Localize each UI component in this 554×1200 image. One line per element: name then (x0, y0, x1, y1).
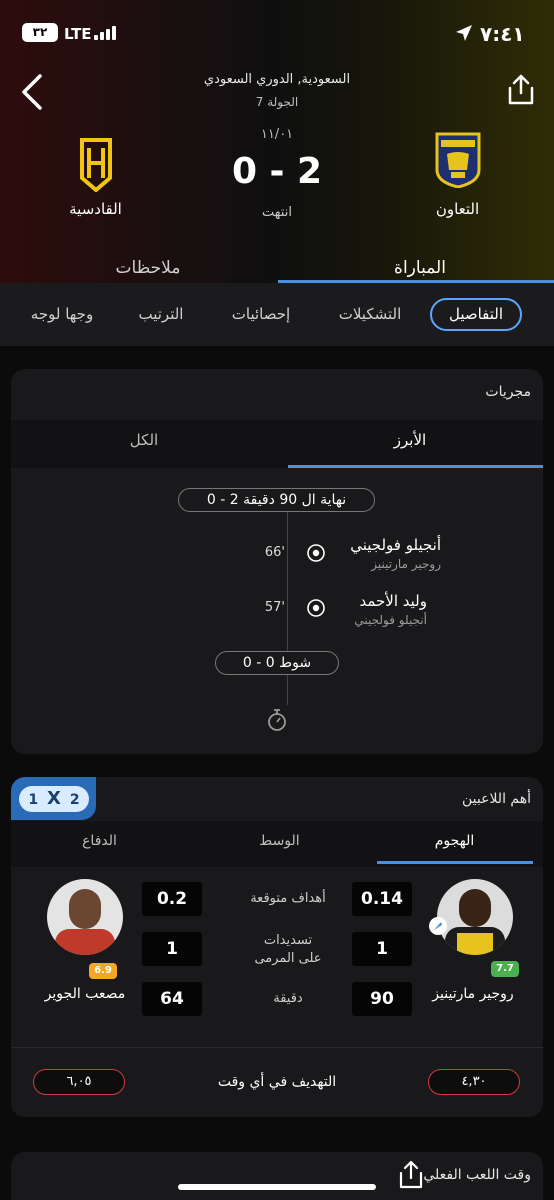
tab-attack[interactable]: الهجوم (376, 833, 533, 849)
subtab-lineups[interactable]: التشكيلات (330, 298, 410, 331)
event-scorer[interactable]: وليد الأحمد (359, 592, 427, 610)
odds-label-1: 1 (28, 792, 39, 808)
odds-label-x: X (47, 788, 61, 809)
stat-label-shots: تسديدات على المرمى (254, 933, 322, 966)
playing-time-title: وقت اللعب الفعلي (423, 1167, 531, 1183)
goal-ball-icon (307, 599, 325, 617)
signal-icon (94, 26, 116, 40)
player-head (69, 889, 101, 929)
home-stat-minutes: 90 (352, 982, 412, 1016)
league-name[interactable]: السعودية, الدوري السعودي (0, 72, 554, 87)
battery-icon: ٣٢ (22, 23, 58, 42)
status-time: ٧:٤١ (480, 22, 525, 46)
player-shirt-stripe (457, 933, 493, 955)
goal-ball-icon (307, 544, 325, 562)
player-shirt (55, 929, 115, 955)
event-assist[interactable]: أنجيلو فولجيني (354, 613, 427, 627)
subtab-h2h[interactable]: وجها لوجه (20, 298, 104, 331)
timeline-line (287, 500, 288, 655)
fulltime-chip: نهاية ال 90 دقيقة 2 - 0 (178, 488, 375, 512)
round-label: الجولة 7 (255, 95, 299, 109)
away-player-rating: 6.9 (89, 963, 117, 979)
event-scorer[interactable]: أنجيلو فولجيني (350, 536, 441, 554)
stopwatch-icon (268, 709, 286, 731)
network-label: LTE (64, 25, 92, 43)
player-head (459, 889, 491, 927)
top-players-card: 1 X 2 أهم اللاعبين الهجوم الوسط الدفاع 7… (11, 777, 543, 1117)
home-stat-shots: 1 (352, 932, 412, 966)
odds-badge-pill: 1 X 2 (19, 786, 89, 812)
away-stat-xg: 0.2 (142, 882, 202, 916)
away-team-name[interactable]: القادسية (38, 200, 153, 218)
top-players-title: أهم اللاعبين (461, 791, 531, 807)
tab-match[interactable]: المباراة (360, 258, 480, 278)
home-player-rating: 7.7 (491, 961, 519, 977)
away-stat-minutes: 64 (142, 982, 202, 1016)
events-tabs: الأبرز الكل (11, 420, 543, 468)
home-player-name[interactable]: روجير مارتينيز (413, 986, 533, 1002)
events-card: مجريات الأبرز الكل نهاية ال 90 دقيقة 2 -… (11, 369, 543, 754)
event-minute: 57' (264, 600, 285, 615)
tab-midfield[interactable]: الوسط (201, 833, 358, 849)
events-tab-highlights[interactable]: الأبرز (277, 431, 543, 449)
away-player-name[interactable]: مصعب الجوير (25, 986, 145, 1002)
stat-label-xg: أهداف متوقعة (250, 891, 326, 906)
location-arrow-icon (456, 25, 472, 41)
playing-time-card: وقت اللعب الفعلي (11, 1152, 543, 1200)
stat-label-minutes: دقيقة (273, 991, 303, 1006)
timeline-line (287, 675, 288, 705)
home-stat-xg: 0.14 (352, 882, 412, 916)
home-team-name[interactable]: التعاون (400, 200, 515, 218)
event-minute: 66' (264, 545, 285, 560)
boot-icon (429, 917, 447, 935)
subtab-stats[interactable]: إحصائيات (220, 298, 302, 331)
tab-notes[interactable]: ملاحظات (88, 258, 208, 278)
odds-label-2: 2 (69, 792, 80, 808)
events-tab-all[interactable]: الكل (11, 431, 277, 449)
home-player-avatar[interactable] (437, 879, 513, 955)
home-anytime-odds[interactable]: ٤,٣٠ (428, 1069, 520, 1095)
events-title: مجريات (485, 384, 531, 400)
halftime-chip: شوط 0 - 0 (215, 651, 339, 675)
away-team-crest-icon[interactable] (78, 138, 114, 192)
away-anytime-odds[interactable]: ٦,٠٥ (33, 1069, 125, 1095)
away-stat-shots: 1 (142, 932, 202, 966)
tab-defense[interactable]: الدفاع (21, 833, 178, 849)
anytime-scorer-label: التهديف في أي وقت (217, 1074, 337, 1090)
subtab-details[interactable]: التفاصيل (430, 298, 522, 331)
events-tab-indicator (288, 465, 543, 468)
subtab-standings[interactable]: الترتيب (130, 298, 192, 331)
position-tabs: الهجوم الوسط الدفاع (11, 821, 543, 867)
sub-tabs-bar: التفاصيل التشكيلات إحصائيات الترتيب وجها… (0, 283, 554, 346)
home-indicator[interactable] (178, 1184, 376, 1190)
event-assist[interactable]: روجير مارتينيز (371, 557, 441, 571)
away-player-avatar[interactable] (47, 879, 123, 955)
divider (11, 1047, 543, 1048)
share-icon[interactable] (397, 1160, 425, 1190)
position-tab-indicator (377, 861, 533, 864)
home-team-crest-icon[interactable] (433, 132, 483, 188)
